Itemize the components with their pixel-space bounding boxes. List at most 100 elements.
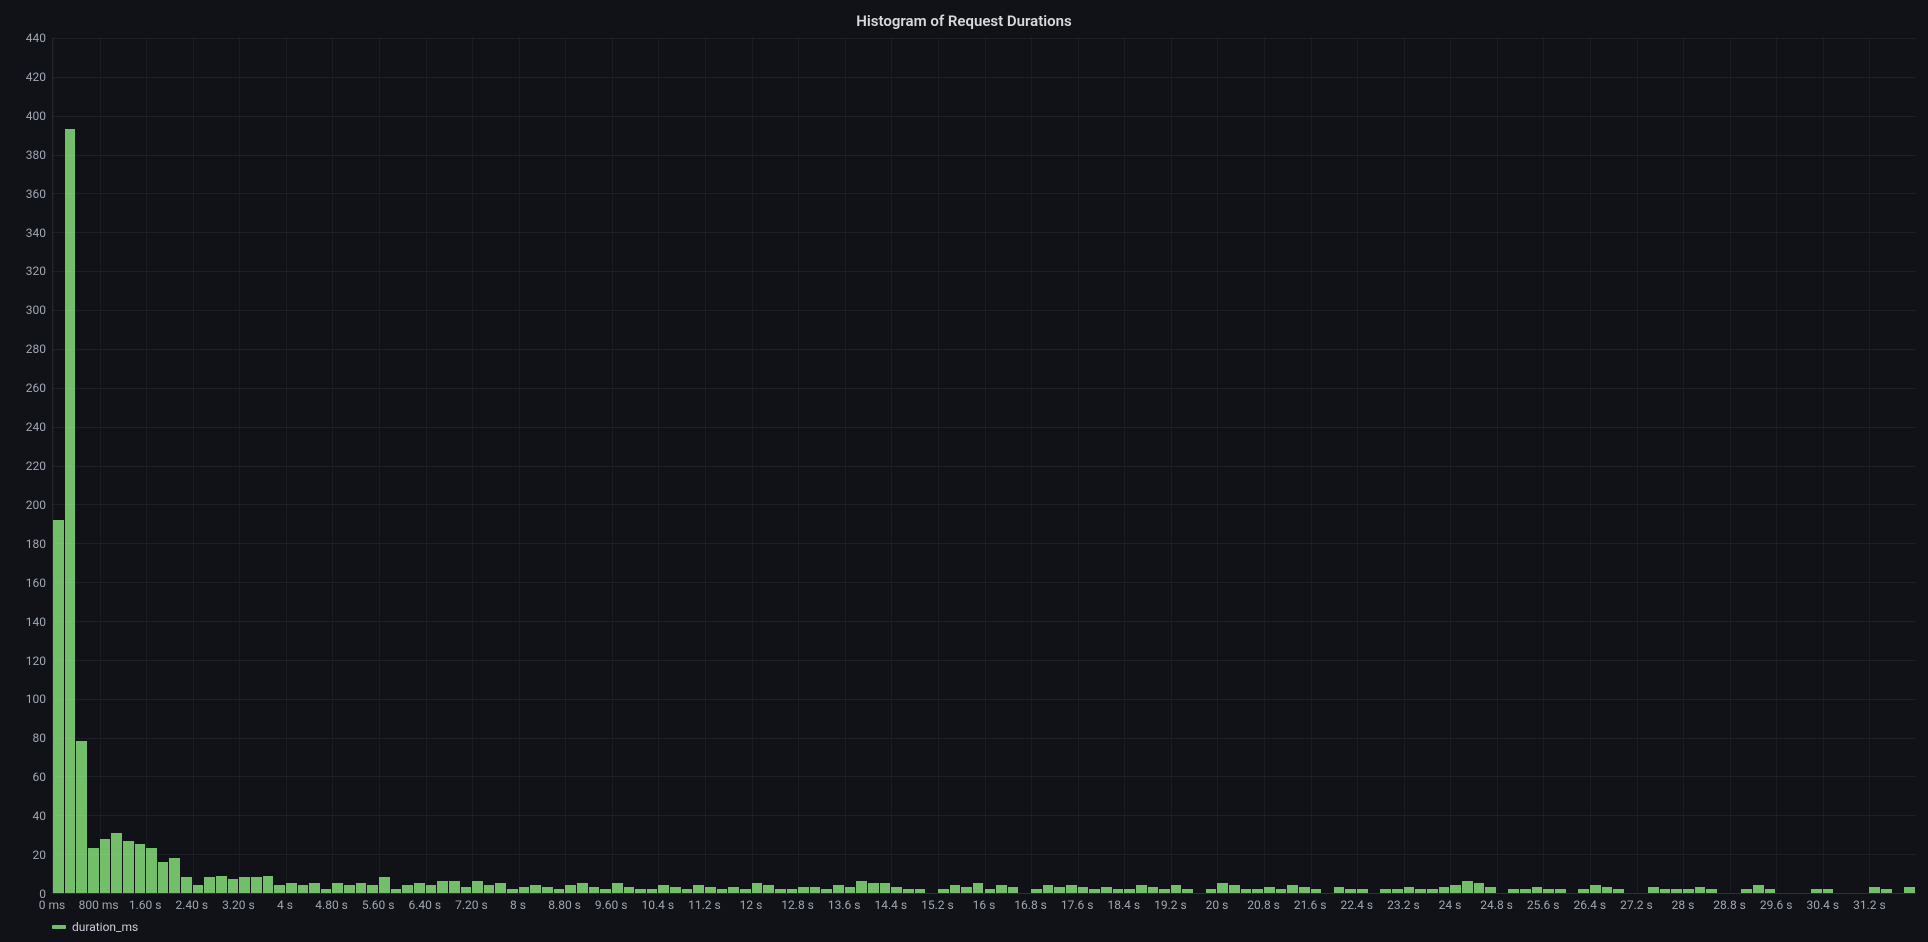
histogram-bar[interactable]	[1450, 885, 1462, 893]
histogram-bar[interactable]	[123, 841, 135, 893]
histogram-bar[interactable]	[193, 885, 205, 893]
histogram-bar[interactable]	[228, 879, 240, 893]
histogram-bar[interactable]	[484, 885, 496, 893]
histogram-bar[interactable]	[868, 883, 880, 893]
histogram-bar[interactable]	[181, 877, 193, 893]
histogram-bar[interactable]	[426, 885, 438, 893]
y-tick: 180	[26, 537, 46, 551]
gridline-vertical	[286, 38, 287, 893]
x-tick: 25.6 s	[1527, 898, 1560, 912]
x-tick: 0 ms	[39, 898, 65, 912]
histogram-bar[interactable]	[274, 885, 286, 893]
x-tick: 11.2 s	[688, 898, 721, 912]
gridline-vertical	[1590, 38, 1591, 893]
gridline-vertical	[938, 38, 939, 893]
gridline-vertical	[1823, 38, 1824, 893]
histogram-bar[interactable]	[414, 883, 426, 893]
histogram-bar[interactable]	[449, 881, 461, 893]
y-tick: 80	[33, 731, 47, 745]
histogram-bar[interactable]	[996, 885, 1008, 893]
histogram-bar[interactable]	[263, 876, 275, 893]
gridline-vertical	[658, 38, 659, 893]
gridline-vertical	[146, 38, 147, 893]
x-tick: 3.20 s	[222, 898, 255, 912]
gridline-vertical	[193, 38, 194, 893]
histogram-bar[interactable]	[437, 881, 449, 893]
histogram-bar[interactable]	[658, 885, 670, 893]
gridline-vertical	[519, 38, 520, 893]
x-tick: 28.8 s	[1713, 898, 1746, 912]
histogram-bar[interactable]	[239, 877, 251, 893]
histogram-bar[interactable]	[135, 844, 147, 893]
histogram-bar[interactable]	[1171, 885, 1183, 893]
histogram-bar[interactable]	[65, 129, 77, 893]
histogram-bar[interactable]	[158, 862, 170, 893]
y-tick: 300	[26, 303, 46, 317]
legend-series-label: duration_ms	[72, 920, 138, 934]
gridline-vertical	[705, 38, 706, 893]
gridline-vertical	[985, 38, 986, 893]
histogram-bar[interactable]	[111, 833, 123, 893]
gridline-vertical	[891, 38, 892, 893]
histogram-bar[interactable]	[973, 883, 985, 893]
histogram-bar[interactable]	[1217, 883, 1229, 893]
histogram-bar[interactable]	[565, 885, 577, 893]
histogram-bar[interactable]	[402, 885, 414, 893]
histogram-bar[interactable]	[530, 885, 542, 893]
histogram-bar[interactable]	[1136, 885, 1148, 893]
histogram-bar[interactable]	[332, 883, 344, 893]
histogram-bar[interactable]	[856, 881, 868, 893]
histogram-bar[interactable]	[367, 885, 379, 893]
histogram-bar[interactable]	[880, 883, 892, 893]
histogram-bar[interactable]	[833, 885, 845, 893]
histogram-bar[interactable]	[344, 885, 356, 893]
histogram-bar[interactable]	[1229, 885, 1241, 893]
histogram-bar[interactable]	[752, 883, 764, 893]
histogram-bar[interactable]	[1474, 883, 1486, 893]
y-tick: 100	[26, 692, 46, 706]
gridline-vertical	[53, 38, 54, 893]
histogram-bar[interactable]	[298, 885, 310, 893]
x-tick: 24 s	[1439, 898, 1462, 912]
histogram-panel: Histogram of Request Durations 020406080…	[0, 0, 1928, 942]
histogram-bar[interactable]	[204, 877, 216, 893]
histogram-bar[interactable]	[1287, 885, 1299, 893]
x-tick: 14.4 s	[875, 898, 908, 912]
histogram-bar[interactable]	[286, 883, 298, 893]
histogram-bar[interactable]	[950, 885, 962, 893]
histogram-bar[interactable]	[1753, 885, 1765, 893]
chart-area[interactable]: 0204060801001201401601802002202402602803…	[12, 38, 1916, 934]
histogram-bar[interactable]	[216, 876, 228, 893]
histogram-bar[interactable]	[495, 883, 507, 893]
histogram-bar[interactable]	[100, 839, 112, 893]
histogram-bar[interactable]	[1590, 885, 1602, 893]
histogram-bar[interactable]	[53, 520, 65, 893]
histogram-bar[interactable]	[251, 877, 263, 893]
histogram-bar[interactable]	[612, 883, 624, 893]
x-tick: 5.60 s	[362, 898, 395, 912]
histogram-bar[interactable]	[76, 741, 88, 893]
gridline-vertical	[472, 38, 473, 893]
histogram-bar[interactable]	[1462, 881, 1474, 893]
plot-area[interactable]	[52, 38, 1916, 894]
histogram-bar[interactable]	[577, 883, 589, 893]
legend[interactable]: duration_ms	[52, 916, 1916, 934]
gridline-vertical	[379, 38, 380, 893]
histogram-bar[interactable]	[1066, 885, 1078, 893]
x-tick: 22.4 s	[1341, 898, 1374, 912]
y-tick: 400	[26, 109, 46, 123]
histogram-bar[interactable]	[169, 858, 181, 893]
histogram-bar[interactable]	[1043, 885, 1055, 893]
x-tick: 8 s	[510, 898, 526, 912]
histogram-bar[interactable]	[763, 885, 775, 893]
gridline-vertical	[752, 38, 753, 893]
y-tick: 440	[26, 31, 46, 45]
histogram-bar[interactable]	[693, 885, 705, 893]
histogram-bar[interactable]	[379, 877, 391, 893]
histogram-bar[interactable]	[356, 883, 368, 893]
histogram-bar[interactable]	[309, 883, 321, 893]
histogram-bar[interactable]	[472, 881, 484, 893]
x-tick: 23.2 s	[1387, 898, 1420, 912]
gridline-vertical	[1171, 38, 1172, 893]
y-tick: 120	[26, 654, 46, 668]
